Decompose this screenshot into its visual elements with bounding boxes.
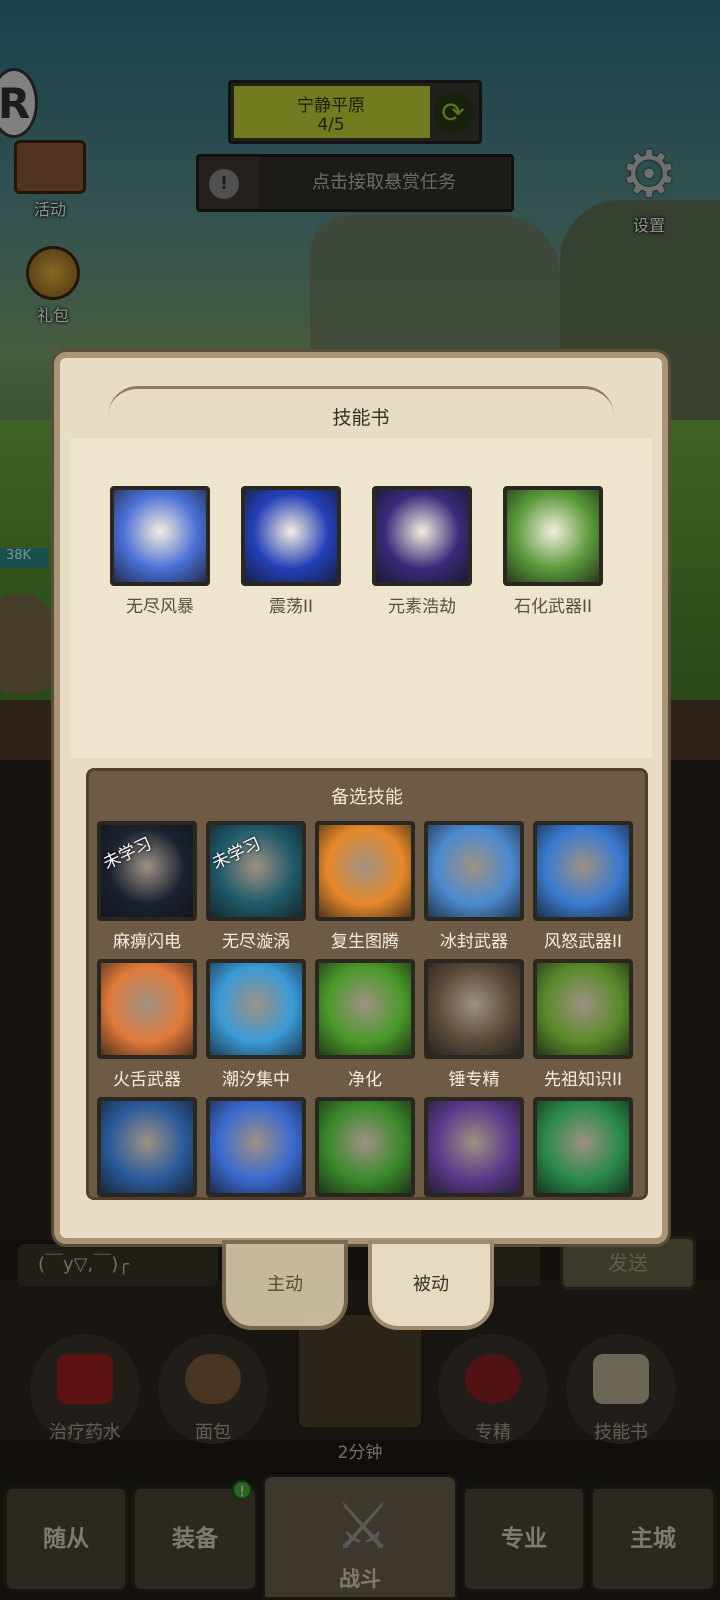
alternate-skill[interactable]: 冰封武器 (424, 821, 524, 952)
alt-skills-title: 备选技能 (331, 787, 403, 808)
skill-name: 锤专精 (448, 1070, 500, 1090)
alternate-skills-panel[interactable]: 备选技能 未学习 麻痹闪电 未学习 无尽漩涡 复生图腾 冰封武器 风怒武器II … (86, 768, 648, 1200)
skill-icon (424, 821, 524, 921)
equipped-skill[interactable]: 无尽风暴 (110, 486, 210, 617)
alternate-skill[interactable]: 未学习 无尽漩涡 (206, 821, 306, 952)
equipped-skill[interactable]: 元素浩劫 (372, 486, 472, 617)
skill-icon (533, 959, 633, 1059)
skill-icon (315, 821, 415, 921)
skill-icon (97, 1097, 197, 1197)
equipped-skill[interactable]: 石化武器II (503, 486, 603, 617)
alternate-skill[interactable]: 先祖知识II (533, 959, 633, 1090)
alternate-skill[interactable] (424, 1097, 524, 1197)
skill-name: 复生图腾 (331, 932, 399, 952)
tab-passive-skills[interactable]: 被动 (368, 1240, 494, 1330)
skill-icon (315, 959, 415, 1059)
skill-name: 潮汐集中 (222, 1070, 290, 1090)
alternate-skill[interactable]: 复生图腾 (315, 821, 415, 952)
skill-name: 冰封武器 (440, 932, 508, 952)
skill-icon (372, 486, 472, 586)
skill-name: 先祖知识II (543, 1070, 623, 1090)
alternate-skill[interactable]: 净化 (315, 959, 415, 1090)
skill-icon (424, 959, 524, 1059)
modal-title: 技能书 (332, 407, 390, 429)
skill-icon (533, 821, 633, 921)
skill-name: 火舌武器 (113, 1070, 181, 1090)
skill-name: 元素浩劫 (388, 597, 456, 617)
skill-name: 风怒武器II (543, 932, 623, 952)
skill-name: 净化 (348, 1070, 382, 1090)
modal-header: 技能书 (108, 386, 614, 438)
skill-icon (424, 1097, 524, 1197)
tab-active-skills[interactable]: 主动 (222, 1240, 348, 1330)
skill-icon (315, 1097, 415, 1197)
skill-name: 麻痹闪电 (113, 932, 181, 952)
alternate-skill[interactable]: 潮汐集中 (206, 959, 306, 1090)
skill-icon (503, 486, 603, 586)
alternate-skill[interactable] (206, 1097, 306, 1197)
alternate-skill[interactable]: 风怒武器II (533, 821, 633, 952)
alternate-skill[interactable]: 火舌武器 (97, 959, 197, 1090)
skill-icon (97, 959, 197, 1059)
skill-icon (533, 1097, 633, 1197)
equipped-skill[interactable]: 震荡II (241, 486, 341, 617)
skill-icon (206, 959, 306, 1059)
skill-name: 石化武器II (513, 597, 593, 617)
skill-book-modal: 技能书 无尽风暴 震荡II 元素浩劫 石化武器II 备选技能 未学习 麻痹闪电 … (54, 352, 668, 1244)
alternate-skill[interactable] (315, 1097, 415, 1197)
skill-name: 无尽风暴 (126, 597, 194, 617)
skill-icon (206, 1097, 306, 1197)
skill-name: 震荡II (268, 597, 314, 617)
skill-icon (241, 486, 341, 586)
alternate-skill[interactable]: 未学习 麻痹闪电 (97, 821, 197, 952)
skill-name: 无尽漩涡 (222, 932, 290, 952)
alternate-skill[interactable]: 锤专精 (424, 959, 524, 1090)
skill-icon (110, 486, 210, 586)
alternate-skill[interactable] (97, 1097, 197, 1197)
alternate-skill[interactable] (533, 1097, 633, 1197)
